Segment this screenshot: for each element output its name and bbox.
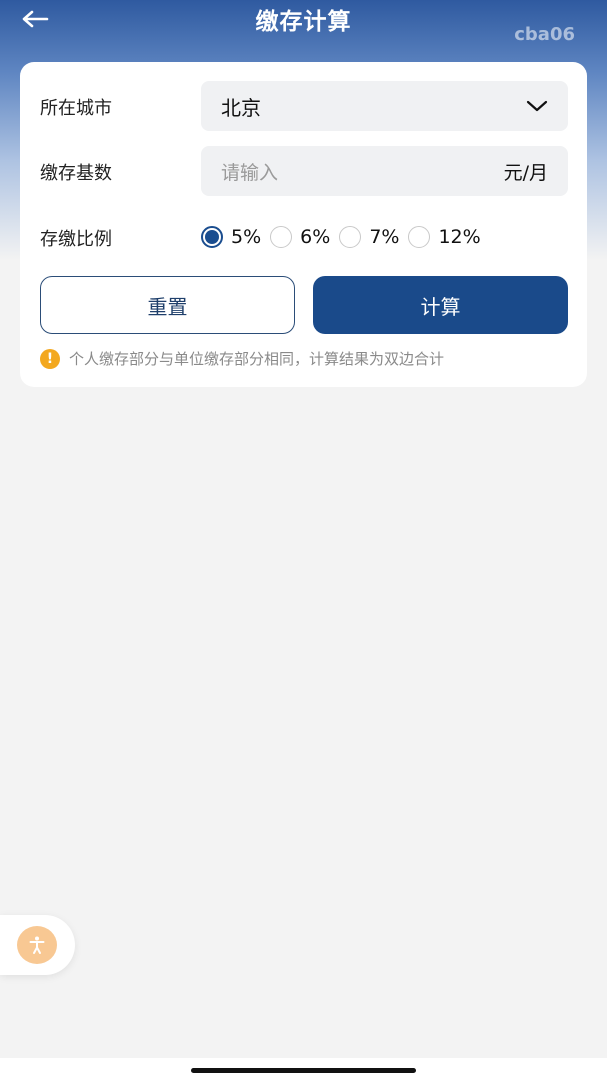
radio-unselected-icon <box>408 226 431 248</box>
city-label: 所在城市 <box>40 98 112 119</box>
accessibility-button[interactable] <box>17 926 57 964</box>
tip-note: ! 个人缴存部分与单位缴存部分相同，计算结果为双边合计 <box>40 348 444 369</box>
ratio-option-12[interactable]: 12% <box>408 226 481 248</box>
ratio-option-label: 7% <box>369 226 400 248</box>
accessibility-float-tab <box>0 915 75 975</box>
ratio-option-label: 5% <box>231 226 262 248</box>
header-bar: 缴存计算 cba06 <box>0 0 607 45</box>
chevron-down-icon <box>526 99 548 113</box>
accessibility-person-icon <box>29 936 45 954</box>
ratio-radio-group: 5% 6% 7% 12% <box>201 222 490 252</box>
base-input-placeholder: 请输入 <box>221 161 279 184</box>
radio-unselected-icon <box>339 226 362 248</box>
ratio-option-5[interactable]: 5% <box>201 226 261 248</box>
city-select[interactable]: 北京 <box>201 81 568 131</box>
ratio-option-7[interactable]: 7% <box>339 226 399 248</box>
ratio-option-6[interactable]: 6% <box>270 226 330 248</box>
ratio-label: 存缴比例 <box>40 229 112 250</box>
calculator-card: 所在城市 北京 缴存基数 请输入 元/月 存缴比例 5% 6% 7% 12% 重… <box>20 62 587 387</box>
ratio-option-label: 6% <box>300 226 331 248</box>
home-indicator[interactable] <box>191 1068 416 1073</box>
base-input[interactable]: 请输入 元/月 <box>201 146 568 196</box>
base-unit: 元/月 <box>503 161 548 184</box>
warning-icon: ! <box>40 348 60 369</box>
city-value: 北京 <box>221 95 261 120</box>
reset-button[interactable]: 重置 <box>40 276 295 334</box>
watermark-text: cba06 <box>514 24 575 45</box>
base-label: 缴存基数 <box>40 163 112 184</box>
tip-text: 个人缴存部分与单位缴存部分相同，计算结果为双边合计 <box>69 350 445 368</box>
calculate-button[interactable]: 计算 <box>313 276 568 334</box>
radio-selected-icon <box>201 226 223 248</box>
ratio-option-label: 12% <box>438 226 481 248</box>
radio-unselected-icon <box>270 226 293 248</box>
bottom-bar <box>0 1058 607 1080</box>
